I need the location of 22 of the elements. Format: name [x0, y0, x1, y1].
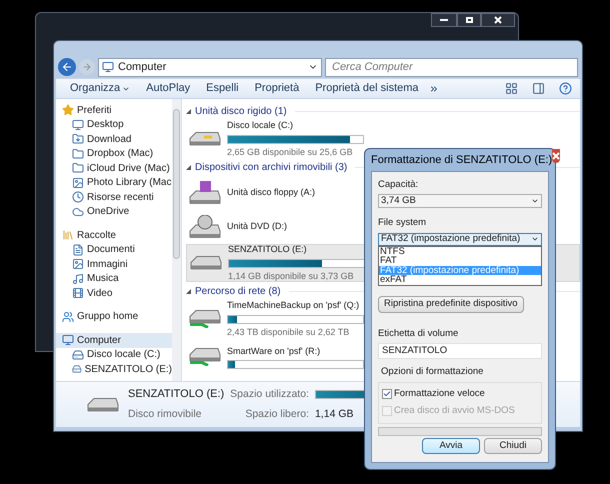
address-path: Computer [118, 60, 166, 75]
used-space-label: Spazio utilizzato: [230, 386, 309, 402]
drive-name: Unità DVD (D:) [227, 220, 288, 234]
drive-name: Disco locale (C:) [227, 119, 294, 132]
drive-name: Unità disco floppy (A:) [227, 186, 316, 200]
dialog-title: Formattazione di SENZATITOLO (E:) [371, 152, 552, 168]
free-space-text: 2,65 GB disponibile su 25,6 GB [227, 146, 354, 159]
details-name: SENZATITOLO (E:) [128, 387, 224, 402]
free-space-text: 1,14 GB disponibile su 3,73 GB [228, 270, 355, 283]
free-space-label: Spazio libero: [244, 406, 309, 422]
checkbox-label: Crea disco di avvio MS-DOS [394, 404, 515, 418]
free-space-value: 1,14 GB [314, 406, 354, 422]
details-type: Disco rimovibile [128, 406, 203, 422]
volume-label-label: Etichetta di volume [378, 326, 460, 340]
drive-name: SENZATITOLO (E:) [228, 243, 308, 256]
file-system-label: File system [378, 216, 428, 230]
drive-name: TimeMachineBackup on 'psf' (Q:) [227, 299, 360, 312]
options-title: Opzioni di formattazione [381, 364, 484, 379]
capacity-label: Capacità: [378, 178, 420, 192]
checkbox-label: Formattazione veloce [394, 387, 485, 401]
drive-name: SmartWare on 'psf' (R:) [227, 344, 322, 358]
free-space-text: 2,43 TB disponibile su 2,62 TB [227, 326, 350, 339]
